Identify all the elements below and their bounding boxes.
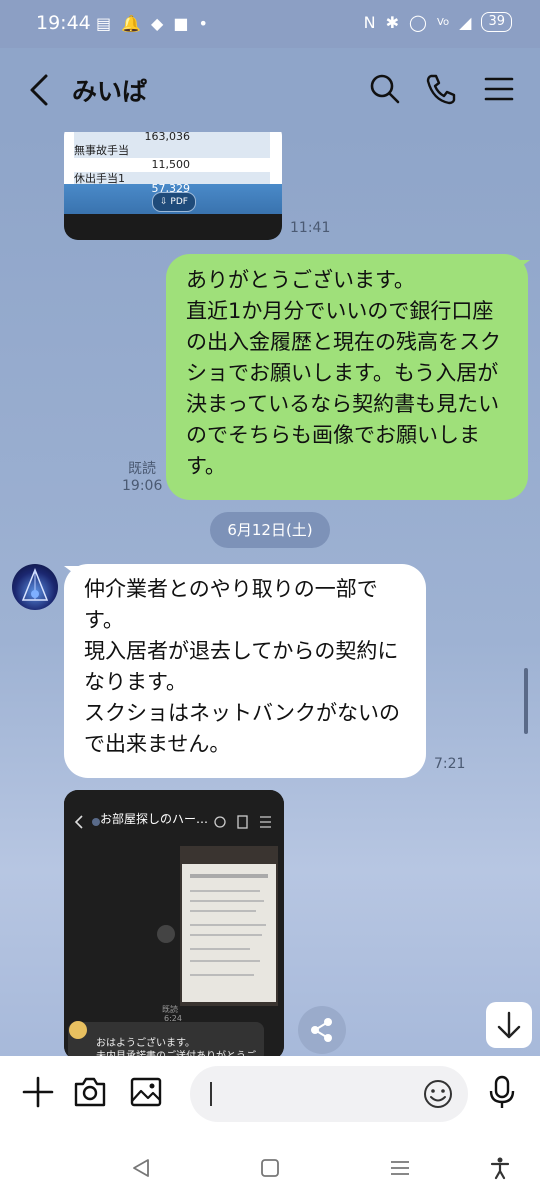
nav-recents-icon[interactable] [388, 1156, 412, 1180]
search-icon[interactable] [368, 72, 402, 106]
avatar-tree-icon [21, 567, 49, 601]
incoming-message-bubble[interactable]: 仲介業者とのやり取りの一部です。 現入居者が退去してからの契約になります。 スク… [64, 564, 426, 778]
message-time: 11:41 [290, 220, 331, 236]
pdf-download-button[interactable]: ⇩ PDF [152, 192, 196, 212]
status-time: 19:44 [36, 12, 91, 34]
signal-icon: ◢ [459, 12, 472, 32]
status-notification-icons: ▤ 🔔 ◆ ■ • [96, 14, 208, 33]
microphone-icon[interactable] [484, 1074, 520, 1110]
back-arrow-icon[interactable] [28, 72, 50, 108]
dot-icon: • [198, 14, 208, 33]
app-icon: ■ [173, 14, 189, 33]
plus-icon[interactable] [20, 1074, 56, 1110]
date-separator: 6月12日(土) [210, 512, 330, 548]
arrow-down-icon [497, 1011, 521, 1039]
pdf-row: 163,036 [74, 132, 270, 144]
nav-home-icon[interactable] [258, 1156, 282, 1180]
bell-icon: 🔔 [121, 14, 142, 33]
wifi-icon: ◯ [409, 12, 427, 32]
text-caret [210, 1082, 212, 1106]
scroll-to-bottom-button[interactable] [486, 1002, 532, 1048]
outgoing-message-bubble[interactable]: ありがとうございます。 直近1か月分でいいので銀行口座の出入金履歴と現在の残高を… [166, 254, 528, 500]
message-input[interactable] [190, 1066, 468, 1122]
emoji-icon[interactable] [422, 1078, 454, 1110]
accessibility-icon[interactable] [488, 1156, 512, 1180]
avatar[interactable] [12, 564, 58, 610]
nav-back-icon[interactable] [130, 1156, 154, 1180]
screenshot-msg-line2: 未内見承諾書のご送付ありがとうご... [96, 1047, 276, 1056]
system-nav-bar [0, 1138, 540, 1200]
pdf-button-label: PDF [170, 197, 188, 207]
battery-indicator: 39 [481, 12, 512, 32]
screenshot-title: お部屋探しのハー… [100, 812, 209, 826]
volte-icon: Vo [436, 16, 450, 28]
pdf-row: 無事故手当 [74, 144, 270, 158]
status-system-icons: N ✱ ◯ Vo ◢ 39 [364, 12, 512, 32]
camera-icon[interactable] [72, 1074, 108, 1110]
status-bar: 19:44 ▤ 🔔 ◆ ■ • N ✱ ◯ Vo ◢ 39 [0, 0, 540, 48]
message-time: 7:21 [434, 756, 466, 772]
bluetooth-icon: ✱ [385, 12, 400, 32]
scrollbar[interactable] [524, 668, 528, 734]
share-icon [311, 1018, 332, 1042]
chat-area[interactable]: 163,036 無事故手当 11,500 休出手当1 57,329 ⇩ PDF … [0, 132, 540, 1056]
chat-header: みいぱ [0, 48, 540, 132]
phone-icon[interactable] [424, 72, 458, 106]
screenshot-image-message[interactable]: お部屋探しのハー… 既読 6:24 おはようございます。 未内見承諾書のご送付あ… [64, 790, 284, 1056]
pdf-row: 11,500 [151, 158, 191, 171]
share-button[interactable] [298, 1006, 346, 1054]
chat-title: みいぱ [72, 77, 148, 106]
message-time: 19:06 [122, 478, 163, 494]
app-icon: ◆ [151, 14, 164, 33]
pdf-bottom-strip [64, 214, 282, 240]
screenshot-read-time: 6:24 [164, 1014, 182, 1023]
message-input-bar [0, 1056, 540, 1138]
read-receipt: 既読 [128, 461, 156, 477]
pdf-image-message[interactable]: 163,036 無事故手当 11,500 休出手当1 57,329 ⇩ PDF [64, 132, 282, 240]
nfc-icon: N [363, 12, 376, 32]
image-icon[interactable] [128, 1074, 164, 1110]
notification-icon: ▤ [96, 14, 112, 33]
menu-icon[interactable] [482, 72, 516, 106]
